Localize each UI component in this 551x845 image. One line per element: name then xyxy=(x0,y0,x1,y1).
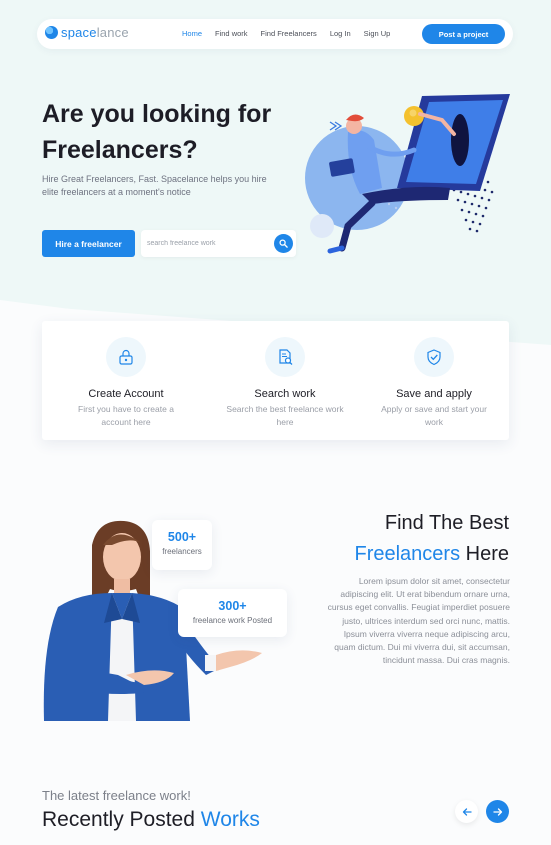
stat-value: 500+ xyxy=(167,530,197,544)
feature-save-apply[interactable]: Save and apply Apply or save and start y… xyxy=(354,337,514,429)
feature-title: Create Account xyxy=(88,388,164,400)
carousel-next-button[interactable] xyxy=(486,800,509,823)
feature-title: Search work xyxy=(254,388,316,400)
nav-links: Home Find work Find Freelancers Log In S… xyxy=(182,29,390,38)
post-project-button[interactable]: Post a project xyxy=(422,24,505,44)
search-button[interactable] xyxy=(274,234,293,253)
find-title-rest: Here xyxy=(460,543,509,565)
feature-desc: First you have to create a account here xyxy=(78,404,174,427)
hero-title: Are you looking for Freelancers? xyxy=(42,100,272,164)
arrow-right-icon xyxy=(492,807,502,816)
find-title-highlight: Freelancers xyxy=(354,543,461,565)
nav-link-find-work[interactable]: Find work xyxy=(215,29,248,38)
carousel-prev-button[interactable] xyxy=(455,800,478,823)
hero-subtitle: Hire Great Freelancers, Fast. Spacelance… xyxy=(42,174,267,197)
find-title: Find The Best Freelancers Here xyxy=(354,508,509,570)
find-title-line2: Freelancers Here xyxy=(354,539,509,570)
search-input[interactable] xyxy=(147,235,267,252)
feature-search-work[interactable]: Search work Search the best freelance wo… xyxy=(205,337,365,429)
stat-card-posted: 300+ freelance work Posted xyxy=(178,589,287,637)
logo[interactable]: spacelance xyxy=(45,25,129,40)
features-card: Create Account First you have to create … xyxy=(42,321,509,440)
nav-link-signup[interactable]: Sign Up xyxy=(364,29,391,38)
lock-icon xyxy=(119,349,133,365)
arrow-left-icon xyxy=(462,807,472,816)
feature-desc: Search the best freelance work here xyxy=(226,404,344,427)
find-title-line1: Find The Best xyxy=(384,512,509,534)
find-body: Lorem ipsum dolor sit amet, consectetur … xyxy=(327,576,510,666)
stat-label: freelancers xyxy=(162,547,202,556)
hero-search xyxy=(141,230,296,257)
feature-create-account[interactable]: Create Account First you have to create … xyxy=(46,337,206,429)
navbar: spacelance Home Find work Find Freelance… xyxy=(37,19,513,49)
feature-desc: Apply or save and start your work xyxy=(381,404,487,427)
recent-title-highlight: Works xyxy=(200,808,260,831)
feature-icon-wrap xyxy=(265,337,305,377)
logo-text: spacelance xyxy=(61,25,129,40)
stat-value: 300+ xyxy=(218,599,247,613)
stat-card-freelancers: 500+ freelancers xyxy=(152,520,212,570)
shield-check-icon xyxy=(427,349,441,366)
hire-freelancer-button[interactable]: Hire a freelancer xyxy=(42,230,135,257)
recent-title: Recently Posted Works xyxy=(42,808,260,832)
document-search-icon xyxy=(279,349,293,365)
recent-subtitle: The latest freelance work! xyxy=(42,788,191,803)
feature-icon-wrap xyxy=(414,337,454,377)
hero-illustration xyxy=(305,94,510,254)
feature-icon-wrap xyxy=(106,337,146,377)
search-icon xyxy=(279,239,288,248)
logo-icon xyxy=(45,26,58,39)
feature-title: Save and apply xyxy=(396,388,472,400)
nav-link-find-freelancers[interactable]: Find Freelancers xyxy=(261,29,317,38)
stat-label: freelance work Posted xyxy=(192,616,273,625)
recent-title-dark: Recently Posted xyxy=(42,808,201,831)
nav-link-login[interactable]: Log In xyxy=(330,29,351,38)
nav-link-home[interactable]: Home xyxy=(182,29,202,38)
